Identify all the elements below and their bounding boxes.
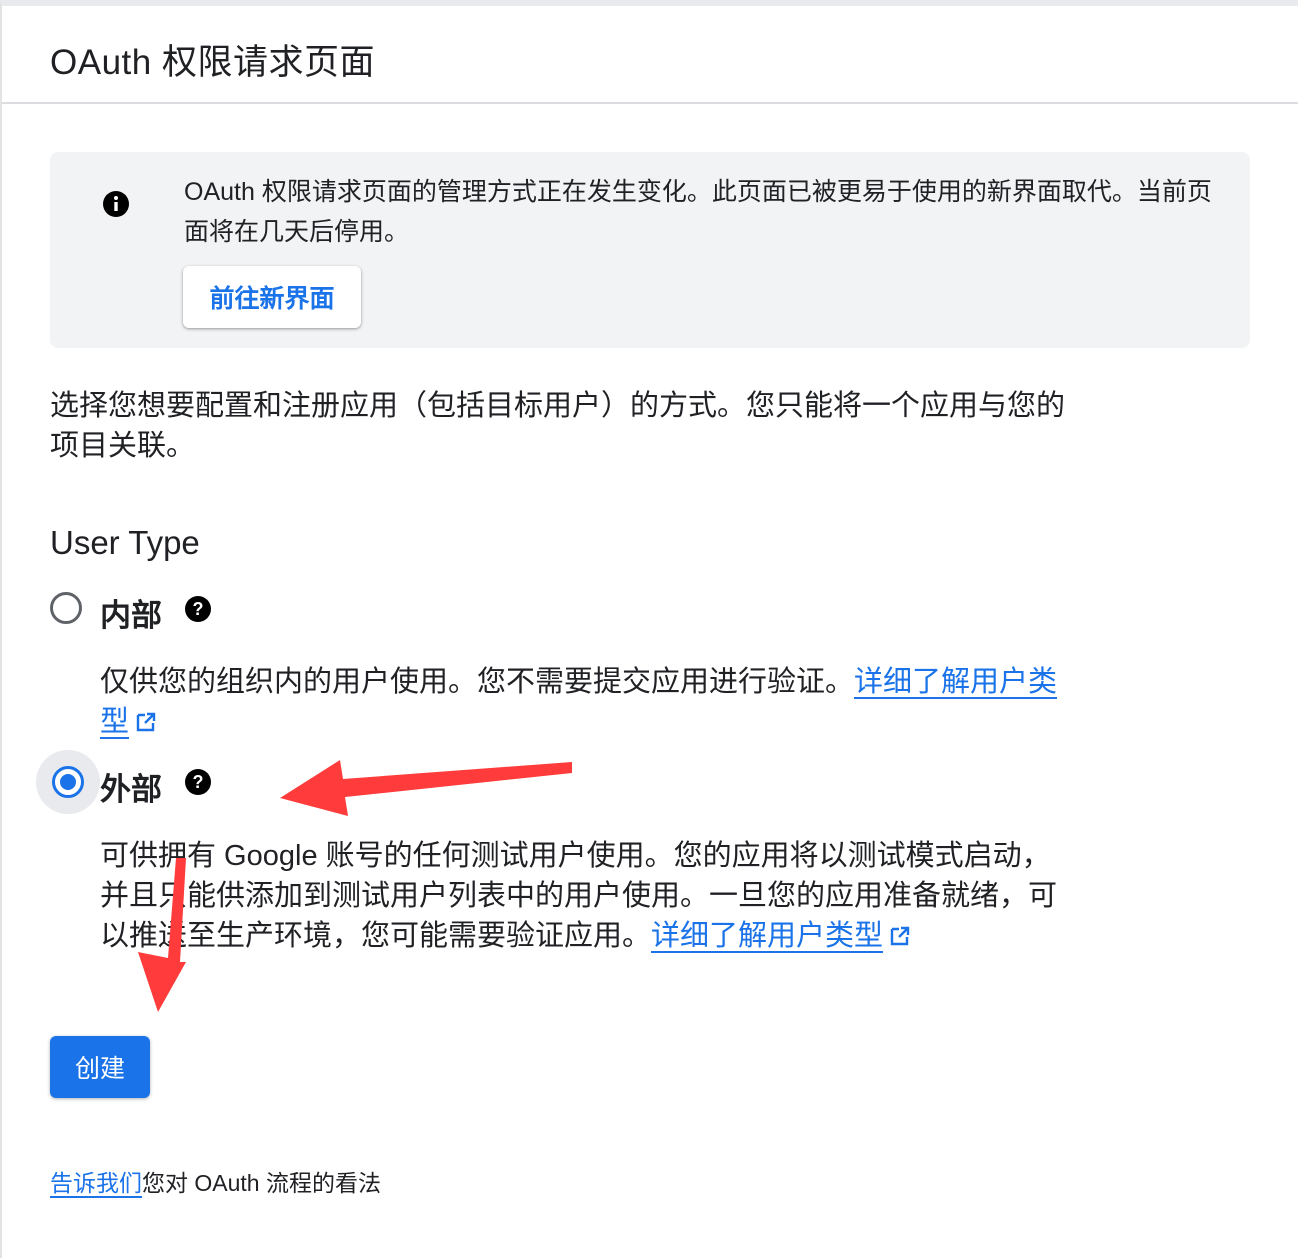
external-description: 可供拥有 Google 账号的任何测试用户使用。您的应用将以测试模式启动，并且只… bbox=[100, 836, 1070, 956]
deprecation-notice: OAuth 权限请求页面的管理方式正在发生变化。此页面已被更易于使用的新界面取代… bbox=[50, 152, 1250, 348]
external-label[interactable]: 外部 bbox=[100, 764, 162, 809]
external-radio[interactable] bbox=[52, 766, 84, 798]
page-title: OAuth 权限请求页面 bbox=[50, 43, 375, 82]
external-link-icon bbox=[890, 926, 910, 946]
feedback-line: 告诉我们您对 OAuth 流程的看法 bbox=[50, 1164, 381, 1198]
internal-description-text: 仅供您的组织内的用户使用。您不需要提交应用进行验证。 bbox=[100, 666, 855, 698]
external-learn-more-link[interactable]: 详细了解用户类型 bbox=[651, 920, 883, 952]
svg-text:?: ? bbox=[193, 599, 204, 619]
external-learn-more-text: 详细了解用户类型 bbox=[651, 920, 884, 952]
svg-text:?: ? bbox=[193, 772, 204, 792]
feedback-text: 您对 OAuth 流程的看法 bbox=[142, 1170, 381, 1196]
internal-radio[interactable] bbox=[50, 592, 82, 624]
external-description-text: 可供拥有 Google 账号的任何测试用户使用。您的应用将以测试模式启动，并且只… bbox=[100, 840, 1058, 952]
help-icon[interactable]: ? bbox=[184, 595, 212, 623]
external-link-icon bbox=[136, 712, 156, 732]
feedback-link[interactable]: 告诉我们 bbox=[50, 1170, 142, 1196]
notice-text: OAuth 权限请求页面的管理方式正在发生变化。此页面已被更易于使用的新界面取代… bbox=[184, 178, 1212, 246]
help-icon[interactable]: ? bbox=[184, 768, 212, 796]
page-header: OAuth 权限请求页面 bbox=[2, 6, 1298, 104]
internal-description: 仅供您的组织内的用户使用。您不需要提交应用进行验证。详细了解用户类型 bbox=[100, 662, 1070, 742]
info-icon bbox=[103, 191, 129, 217]
internal-label[interactable]: 内部 bbox=[100, 590, 162, 635]
go-to-new-interface-button[interactable]: 前往新界面 bbox=[183, 266, 361, 328]
page-description: 选择您想要配置和注册应用（包括目标用户）的方式。您只能将一个应用与您的项目关联。 bbox=[50, 390, 1066, 462]
create-button[interactable]: 创建 bbox=[50, 1036, 150, 1098]
oauth-consent-page: OAuth 权限请求页面 OAuth 权限请求页面的管理方式正在发生变化。此页面… bbox=[0, 0, 1298, 1258]
user-type-heading: User Type bbox=[50, 524, 200, 561]
